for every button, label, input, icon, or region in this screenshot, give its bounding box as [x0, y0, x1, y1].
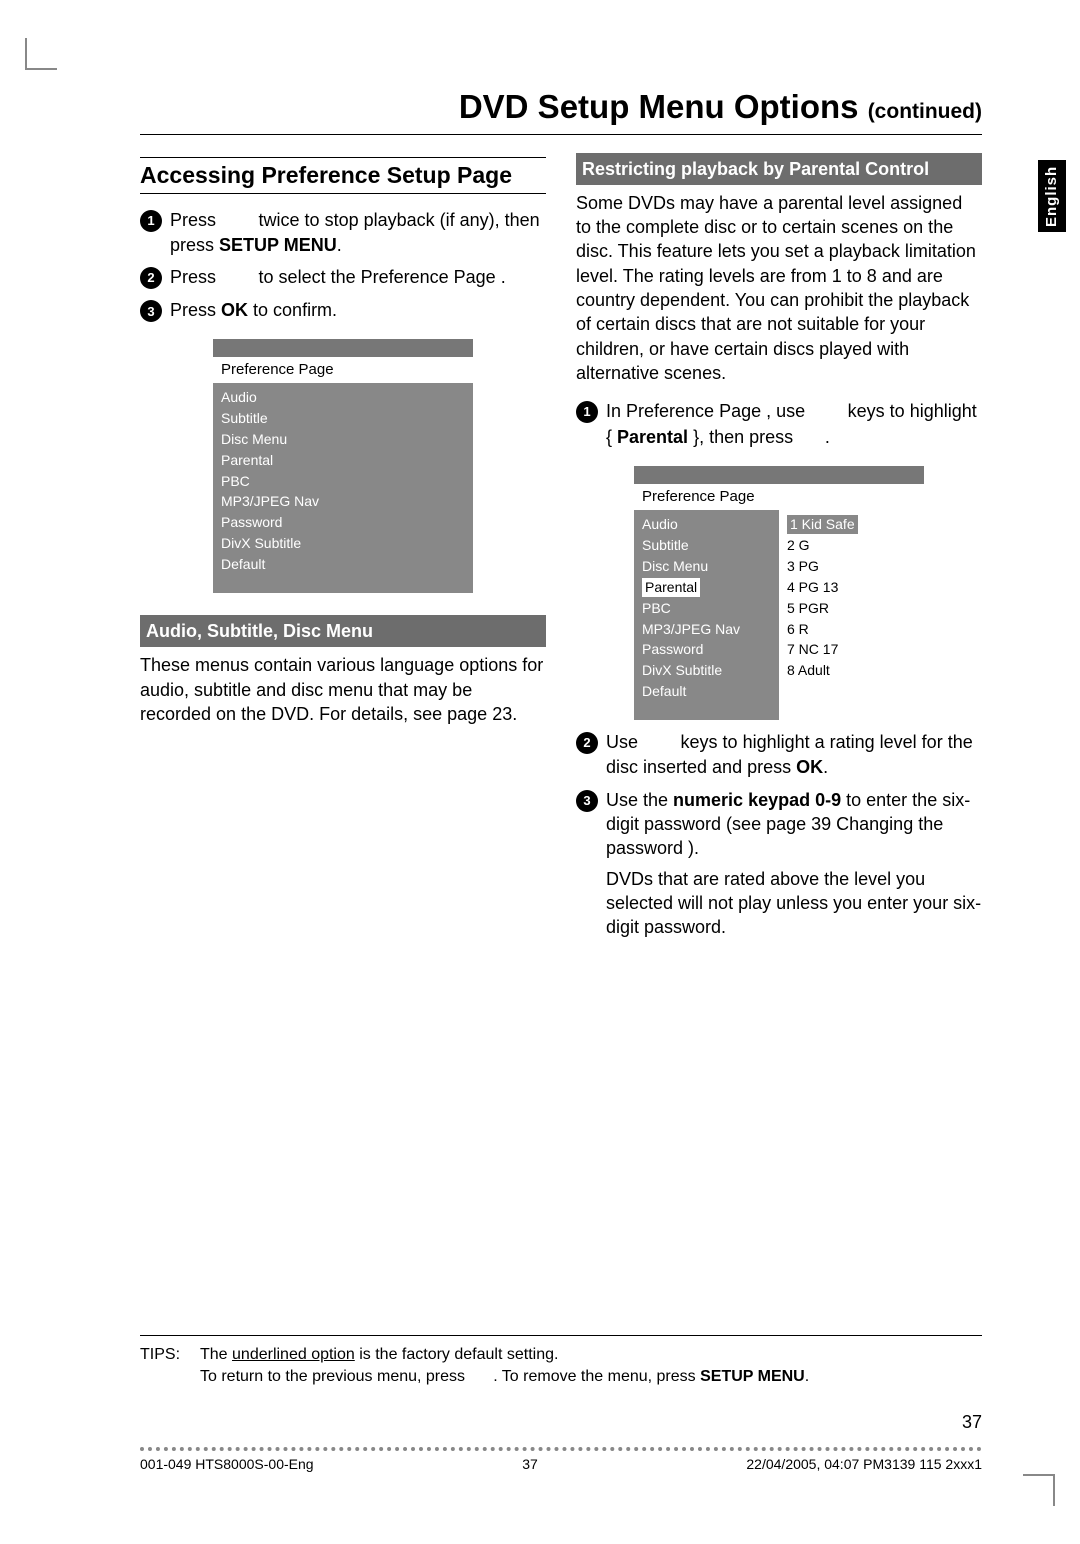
step-1: 1 In Preference Page , use keys to highl…: [576, 399, 982, 450]
title-suffix: (continued): [868, 100, 982, 123]
step-text: Use keys to highlight a rating level for…: [606, 730, 982, 780]
step-note: DVDs that are rated above the level you …: [606, 867, 982, 940]
step-number: 1: [576, 401, 598, 423]
preference-menu-screenshot: Preference Page Audio Subtitle Disc Menu…: [213, 339, 473, 593]
page-number: 37: [962, 1410, 982, 1434]
step-text: Press OK to confirm.: [170, 298, 546, 322]
menu-title: Preference Page: [213, 357, 473, 383]
footer-mid: 37: [522, 1455, 538, 1474]
step-text: In Preference Page , use keys to highlig…: [606, 399, 982, 450]
updown-arrow-icon: [810, 401, 843, 422]
tips-footer: TIPS: The underlined option is the facto…: [140, 1335, 982, 1388]
paragraph: These menus contain various language opt…: [140, 653, 546, 726]
step-1: 1 Press twice to stop playback (if any),…: [140, 208, 546, 258]
updown-arrow-icon: [643, 732, 676, 753]
right-column: Restricting playback by Parental Control…: [576, 153, 982, 948]
step-number: 3: [140, 300, 162, 322]
step-number: 2: [140, 267, 162, 289]
crop-mark-tl: [25, 38, 57, 70]
tips-text: The underlined option is the factory def…: [200, 1344, 809, 1388]
section-heading: Accessing Preference Setup Page: [140, 157, 546, 194]
print-footer: 001-049 HTS8000S-00-Eng 37 22/04/2005, 0…: [140, 1447, 982, 1474]
crop-mark-br: [1023, 1474, 1055, 1506]
right-arrow-icon: [798, 427, 820, 448]
step-text: Press to select the Preference Page .: [170, 265, 546, 290]
parental-menu-screenshot: Preference Page Audio Subtitle Disc Menu…: [634, 466, 924, 720]
language-tab: English: [1038, 160, 1066, 232]
step-number: 3: [576, 790, 598, 812]
menu-title: Preference Page: [634, 484, 924, 510]
page-title: DVD Setup Menu Options (continued): [140, 85, 982, 135]
stop-icon: [221, 210, 254, 231]
step-3: 3 Press OK to confirm.: [140, 298, 546, 322]
menu-items-left: Audio Subtitle Disc Menu Parental PBC MP…: [634, 510, 779, 720]
menu-items: Audio Subtitle Disc Menu Parental PBC MP…: [213, 383, 351, 593]
step-2: 2 Press to select the Preference Page .: [140, 265, 546, 290]
step-number: 2: [576, 732, 598, 754]
left-arrow-icon: [469, 1366, 488, 1385]
tips-label: TIPS:: [140, 1344, 200, 1388]
footer-right: 22/04/2005, 04:07 PM3139 115 2xxx1: [746, 1455, 982, 1474]
subsection-heading: Restricting playback by Parental Control: [576, 153, 982, 185]
paragraph: Some DVDs may have a parental level assi…: [576, 191, 982, 385]
subsection-heading: Audio, Subtitle, Disc Menu: [140, 615, 546, 647]
step-text: Press twice to stop playback (if any), t…: [170, 208, 546, 258]
title-main: DVD Setup Menu Options: [459, 88, 859, 125]
step-number: 1: [140, 210, 162, 232]
footer-left: 001-049 HTS8000S-00-Eng: [140, 1455, 314, 1474]
step-3: 3 Use the numeric keypad 0-9 to enter th…: [576, 788, 982, 940]
menu-items-right: 1 Kid Safe 2 G 3 PG 4 PG 13 5 PGR 6 R 7 …: [779, 510, 924, 720]
step-text: Use the numeric keypad 0-9 to enter the …: [606, 788, 982, 940]
step-2: 2 Use keys to highlight a rating level f…: [576, 730, 982, 780]
left-column: Accessing Preference Setup Page 1 Press …: [140, 153, 546, 948]
right-arrow-icon: [221, 267, 254, 288]
